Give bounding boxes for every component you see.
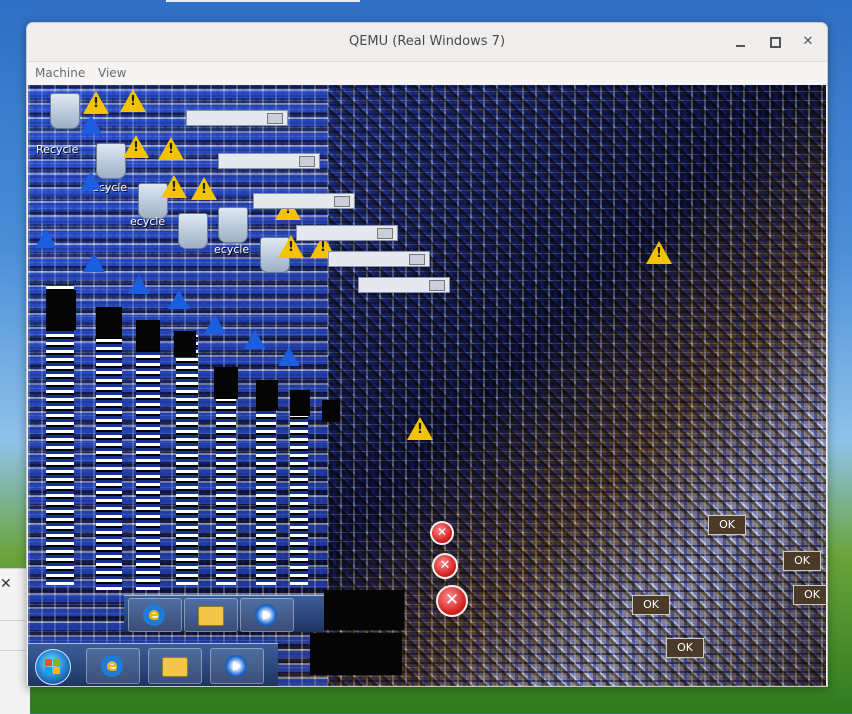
ok-button[interactable]: OK [708, 515, 746, 535]
black-block [96, 307, 122, 339]
media-player-icon [255, 604, 277, 626]
media-player-icon [225, 655, 247, 677]
taskbar-ie-button[interactable]: e [128, 598, 182, 632]
black-block [174, 331, 196, 357]
ok-button[interactable]: OK [632, 595, 670, 615]
recycle-bin-icon[interactable] [178, 213, 208, 249]
error-icon: ✕ [430, 521, 454, 545]
recycle-bin-icon[interactable] [50, 93, 80, 129]
dialog-fragment [358, 277, 450, 293]
recycle-bin-label: Recycle [36, 143, 79, 156]
recycle-bin-label: ecycle [214, 243, 250, 256]
glitch-bar [176, 335, 198, 585]
black-block [46, 290, 76, 330]
title-bar[interactable]: QEMU (Real Windows 7) ✕ [27, 23, 827, 62]
taskbar-explorer-button[interactable] [184, 598, 238, 632]
black-block [214, 367, 238, 399]
warning-icon [158, 137, 184, 160]
host-panel-close-icon[interactable]: ✕ [0, 576, 12, 592]
blue-triangle-icon [278, 347, 300, 366]
warning-icon [646, 241, 672, 264]
ok-button[interactable]: OK [783, 551, 821, 571]
glitch-bar [216, 375, 236, 585]
dialog-fragment [218, 153, 320, 169]
glitch-bar [290, 395, 308, 585]
maximize-icon [770, 37, 781, 48]
qemu-window: QEMU (Real Windows 7) ✕ Machine View Rec… [26, 22, 828, 687]
window-title: QEMU (Real Windows 7) [348, 34, 506, 49]
ok-button[interactable]: OK [666, 638, 704, 658]
minimize-icon [736, 45, 745, 47]
error-icon: ✕ [436, 585, 468, 617]
warning-icon [120, 89, 146, 112]
internet-explorer-icon: e [101, 655, 123, 677]
black-block [310, 633, 402, 675]
menu-bar: Machine View [27, 62, 827, 84]
blue-triangle-icon [35, 229, 57, 248]
ok-button[interactable]: OK [793, 585, 826, 605]
maximize-button[interactable] [766, 33, 784, 51]
dialog-fragment [186, 110, 288, 126]
warning-icon [161, 175, 187, 198]
blue-triangle-icon [80, 171, 102, 190]
windows-logo-icon [45, 659, 61, 675]
blue-triangle-icon [128, 275, 150, 294]
folder-icon [162, 657, 188, 677]
blue-triangle-icon [83, 253, 105, 272]
warning-icon [407, 417, 433, 440]
close-icon: ✕ [802, 34, 814, 49]
warning-icon [123, 135, 149, 158]
start-button[interactable] [35, 649, 71, 685]
glitch-bar [96, 310, 122, 590]
blue-triangle-icon [204, 315, 226, 334]
recycle-bin-icon[interactable] [218, 207, 248, 243]
black-block [322, 400, 340, 422]
guest-display[interactable]: Recycle ecycle ecycle ecycle ! ! ! ! ! !… [28, 85, 826, 686]
blue-triangle-icon [168, 290, 190, 309]
host-top-bar [166, 0, 360, 2]
taskbar-media-button[interactable] [240, 598, 294, 632]
black-block [256, 380, 278, 410]
taskbar-fragment: e [124, 595, 324, 632]
blue-triangle-icon [80, 115, 102, 134]
error-icon: ✕ [432, 553, 458, 579]
dialog-fragment [296, 225, 398, 241]
menu-view[interactable]: View [98, 66, 126, 80]
taskbar-media-button[interactable] [210, 648, 264, 684]
menu-machine[interactable]: Machine [35, 66, 85, 80]
minimize-button[interactable] [732, 33, 750, 51]
black-block [324, 590, 404, 630]
taskbar-ie-button[interactable]: e [86, 648, 140, 684]
taskbar-explorer-button[interactable] [148, 648, 202, 684]
black-block [290, 390, 310, 416]
warning-icon [191, 177, 217, 200]
folder-icon [198, 606, 224, 626]
recycle-bin-label: ecycle [130, 215, 166, 228]
dialog-fragment [328, 251, 430, 267]
glitch-bar [136, 320, 160, 590]
glitch-bar [46, 285, 74, 585]
warning-icon [83, 91, 109, 114]
dialog-fragment [253, 193, 355, 209]
glitch-bar [256, 385, 276, 585]
blue-triangle-icon [244, 330, 266, 349]
black-block [136, 320, 160, 350]
close-button[interactable]: ✕ [799, 33, 817, 51]
internet-explorer-icon: e [143, 604, 165, 626]
